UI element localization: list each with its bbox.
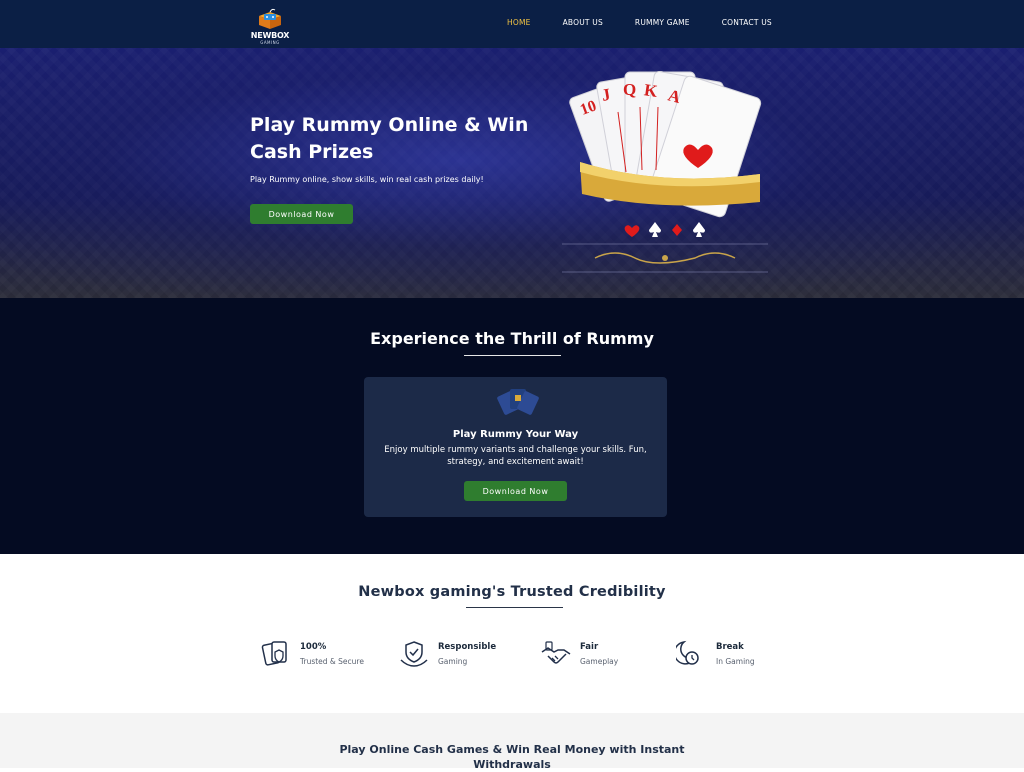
- card-description: Enjoy multiple rummy variants and challe…: [384, 445, 647, 467]
- feature-trusted-secure: 100% Trusted & Secure: [260, 638, 380, 672]
- feature-break-in-gaming: Break In Gaming: [676, 638, 796, 672]
- playing-cards-icon: [497, 389, 539, 415]
- title-underline: [464, 355, 561, 356]
- feature-title: 100%: [300, 642, 327, 652]
- card-download-button[interactable]: Download Now: [464, 481, 567, 501]
- feature-title: Fair: [580, 642, 599, 652]
- cards-shield-icon: [261, 641, 287, 666]
- gift-box-logo-icon: [259, 8, 281, 29]
- feature-title: Break: [716, 642, 744, 652]
- hero-banner: [0, 48, 1024, 298]
- brand-logo[interactable]: NEWBOX GAMING: [250, 4, 290, 45]
- trust-title-underline: [466, 607, 563, 608]
- feature-responsible-gaming: Responsible Gaming: [398, 638, 518, 672]
- nav-link-rummy-game[interactable]: RUMMY GAME: [635, 18, 690, 27]
- feature-subtitle: Gaming: [438, 657, 468, 666]
- main-nav: HOME ABOUT US RUMMY GAME CONTACT US: [507, 18, 804, 27]
- feature-subtitle: Trusted & Secure: [300, 657, 364, 666]
- feature-subtitle: In Gaming: [716, 657, 755, 666]
- feature-title: Responsible: [438, 642, 497, 652]
- feature-subtitle: Gameplay: [580, 657, 619, 666]
- logo-wordmark: NEWBOX: [250, 31, 290, 40]
- nav-link-about-us[interactable]: ABOUT US: [563, 18, 603, 27]
- nav-link-contact-us[interactable]: CONTACT US: [722, 18, 772, 27]
- moon-clock-icon: [676, 640, 699, 665]
- hero-title: Play Rummy Online & Win Cash Prizes: [250, 114, 529, 163]
- hero-download-button[interactable]: Download Now: [250, 204, 353, 224]
- hero-subtitle: Play Rummy online, show skills, win real…: [250, 175, 484, 184]
- handshake-icon: [541, 641, 571, 664]
- trust-title: Newbox gaming's Trusted Credibility: [358, 584, 666, 600]
- hand-shield-icon: [400, 641, 428, 667]
- feature-fair-gameplay: Fair Gameplay: [540, 638, 660, 672]
- card-title: Play Rummy Your Way: [452, 429, 579, 440]
- top-navbar: NEWBOX GAMING HOME ABOUT US RUMMY GAME C…: [0, 0, 1024, 48]
- experience-title: Experience the Thrill of Rummy: [370, 329, 654, 348]
- svg-text:Q: Q: [623, 80, 636, 99]
- royal-flush-cards-icon: 10 J Q K A: [562, 71, 768, 273]
- logo-subtitle: GAMING: [260, 40, 280, 45]
- play-rummy-card: Play Rummy Your Way Enjoy multiple rummy…: [364, 377, 667, 517]
- nav-link-home[interactable]: HOME: [507, 18, 531, 27]
